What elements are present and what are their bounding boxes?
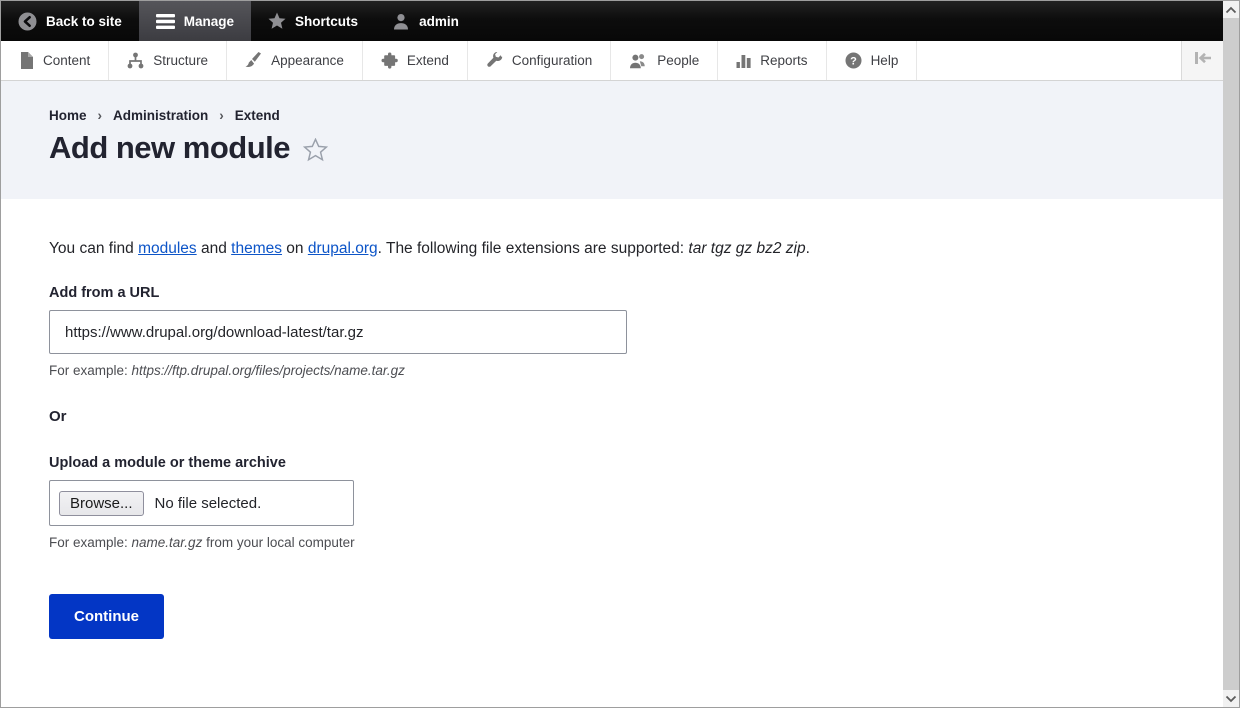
puzzle-icon <box>381 52 398 69</box>
menu-tab-label: Extend <box>406 53 449 68</box>
themes-link[interactable]: themes <box>231 240 282 257</box>
menu-tab-label: Content <box>43 53 91 68</box>
menu-tab-label: Structure <box>153 53 209 68</box>
back-circle-icon <box>18 12 37 31</box>
menu-tab-extend[interactable]: Extend <box>363 41 468 80</box>
description-example: name.tar.gz <box>131 535 203 550</box>
continue-button[interactable]: Continue <box>49 594 164 639</box>
intro-segment: on <box>281 240 308 257</box>
menu-tab-label: People <box>657 53 700 68</box>
main-content: You can find modules and themes on drupa… <box>1 199 1223 680</box>
sitemap-icon <box>127 52 144 69</box>
svg-text:?: ? <box>850 55 857 67</box>
intro-segment: . <box>805 240 810 257</box>
shortcuts-tab[interactable]: Shortcuts <box>251 1 375 41</box>
back-to-site-link[interactable]: Back to site <box>1 1 139 41</box>
modules-link[interactable]: modules <box>138 240 197 257</box>
upload-field-label: Upload a module or theme archive <box>49 455 286 471</box>
user-name-label: admin <box>419 13 459 29</box>
menu-tab-content[interactable]: Content <box>1 41 110 80</box>
user-menu[interactable]: admin <box>375 1 476 41</box>
bar-chart-icon <box>736 53 751 68</box>
question-circle-icon: ? <box>845 52 862 69</box>
breadcrumb-separator: › <box>97 108 103 123</box>
supported-extensions: tar tgz gz bz2 zip <box>688 240 806 257</box>
drupal-org-link[interactable]: drupal.org <box>308 240 378 257</box>
browse-button[interactable]: Browse... <box>59 490 144 516</box>
manage-tab[interactable]: Manage <box>138 1 252 41</box>
menu-tab-structure[interactable]: Structure <box>109 41 228 80</box>
two-users-icon <box>629 53 648 69</box>
no-file-text: No file selected. <box>154 494 262 512</box>
page-title-text: Add new module <box>49 130 291 165</box>
toolbar-orientation-toggle[interactable] <box>1181 41 1223 80</box>
menu-tab-label: Reports <box>760 53 808 68</box>
description-prefix: For example: <box>49 535 132 550</box>
menu-tab-label: Help <box>870 53 899 68</box>
upload-form-item: Upload a module or theme archive Browse.… <box>49 455 1175 550</box>
vertical-scrollbar[interactable] <box>1223 1 1239 707</box>
intro-segment: . The following file extensions are supp… <box>377 240 689 257</box>
star-outline-icon[interactable] <box>303 138 328 162</box>
menu-tab-help[interactable]: ? Help <box>827 41 918 80</box>
star-icon <box>268 12 286 30</box>
back-to-site-label: Back to site <box>46 13 122 29</box>
menu-spacer <box>917 41 1181 80</box>
page-title: Add new module <box>49 130 1175 166</box>
intro-segment: You can find <box>49 240 139 257</box>
url-field-description: For example: https://ftp.drupal.org/file… <box>49 363 1175 378</box>
page-header: Home › Administration › Extend Add new m… <box>1 81 1223 199</box>
url-input[interactable] <box>49 310 627 354</box>
scroll-up-arrow[interactable] <box>1223 1 1239 18</box>
url-form-item: Add from a URL For example: https://ftp.… <box>49 285 1175 378</box>
url-field-label: Add from a URL <box>49 285 160 301</box>
description-example: https://ftp.drupal.org/files/projects/na… <box>131 363 405 378</box>
wrench-icon <box>486 52 503 69</box>
breadcrumb-administration[interactable]: Administration <box>113 108 208 123</box>
breadcrumb-separator: › <box>219 108 224 123</box>
upload-field-description: For example: name.tar.gz from your local… <box>49 535 1175 550</box>
menu-tab-appearance[interactable]: Appearance <box>227 41 363 80</box>
browser-viewport: Back to site Manage Shortcuts admin Cont… <box>1 1 1223 707</box>
manage-label: Manage <box>183 13 235 29</box>
menu-tab-label: Appearance <box>271 53 344 68</box>
menu-tab-reports[interactable]: Reports <box>718 41 827 80</box>
description-prefix: For example: <box>49 363 132 378</box>
admin-toolbar: Back to site Manage Shortcuts admin <box>1 1 1223 41</box>
bar-left-arrow-icon <box>1192 49 1214 72</box>
intro-text: You can find modules and themes on drupa… <box>49 240 1175 258</box>
admin-menu-bar: Content Structure Appearance Extend Conf… <box>1 41 1223 81</box>
shortcuts-label: Shortcuts <box>295 13 359 29</box>
description-suffix: from your local computer <box>202 535 355 550</box>
breadcrumb: Home › Administration › Extend <box>49 108 1175 123</box>
or-separator: Or <box>49 408 67 425</box>
menu-tab-configuration[interactable]: Configuration <box>468 41 612 80</box>
hamburger-icon <box>155 13 175 29</box>
scrollbar-thumb[interactable] <box>1223 18 1239 690</box>
menu-tab-label: Configuration <box>511 53 593 68</box>
intro-segment: and <box>196 240 232 257</box>
document-icon <box>19 52 34 69</box>
paintbrush-icon <box>245 52 262 69</box>
menu-tab-people[interactable]: People <box>611 41 719 80</box>
breadcrumb-home[interactable]: Home <box>49 108 87 123</box>
user-icon <box>392 13 410 30</box>
scroll-down-arrow[interactable] <box>1223 690 1239 707</box>
file-input[interactable]: Browse... No file selected. <box>49 480 354 526</box>
breadcrumb-extend[interactable]: Extend <box>235 108 280 123</box>
